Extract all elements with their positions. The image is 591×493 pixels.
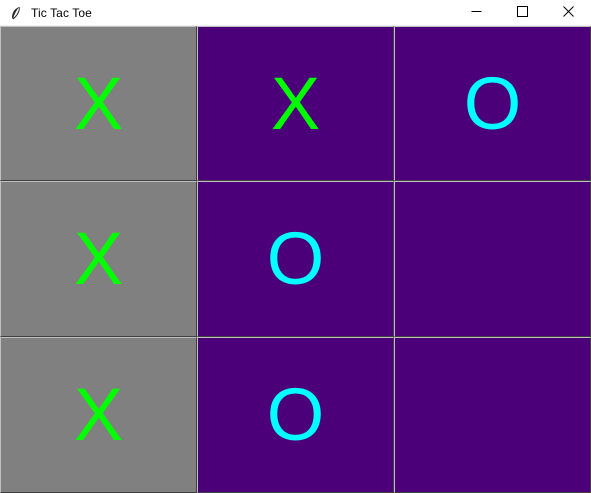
- board-cell-r3-c2[interactable]: O: [197, 337, 394, 493]
- title-bar[interactable]: Tic Tac Toe: [0, 0, 591, 25]
- minimize-icon: [471, 2, 482, 21]
- minimize-button[interactable]: [453, 0, 499, 22]
- board-cell-r1-c2[interactable]: X: [197, 26, 394, 181]
- maximize-icon: [516, 2, 528, 21]
- board-cell-r1-c1[interactable]: X: [0, 26, 197, 181]
- close-icon: [562, 2, 574, 21]
- board-cell-r3-c3[interactable]: [394, 337, 591, 493]
- window-title: Tic Tac Toe: [31, 5, 92, 20]
- board-cell-r2-c2[interactable]: O: [197, 181, 394, 337]
- board-cell-r1-c3[interactable]: O: [394, 26, 591, 181]
- board-cell-r2-c3[interactable]: [394, 181, 591, 337]
- maximize-button[interactable]: [499, 0, 545, 22]
- feather-icon: [9, 6, 23, 20]
- board-cell-r2-c1[interactable]: X: [0, 181, 197, 337]
- game-board: XXOXOXO: [0, 26, 591, 493]
- board-cell-r3-c1[interactable]: X: [0, 337, 197, 493]
- close-button[interactable]: [545, 0, 591, 22]
- app-window: Tic Tac Toe XXOXOXO: [0, 0, 591, 493]
